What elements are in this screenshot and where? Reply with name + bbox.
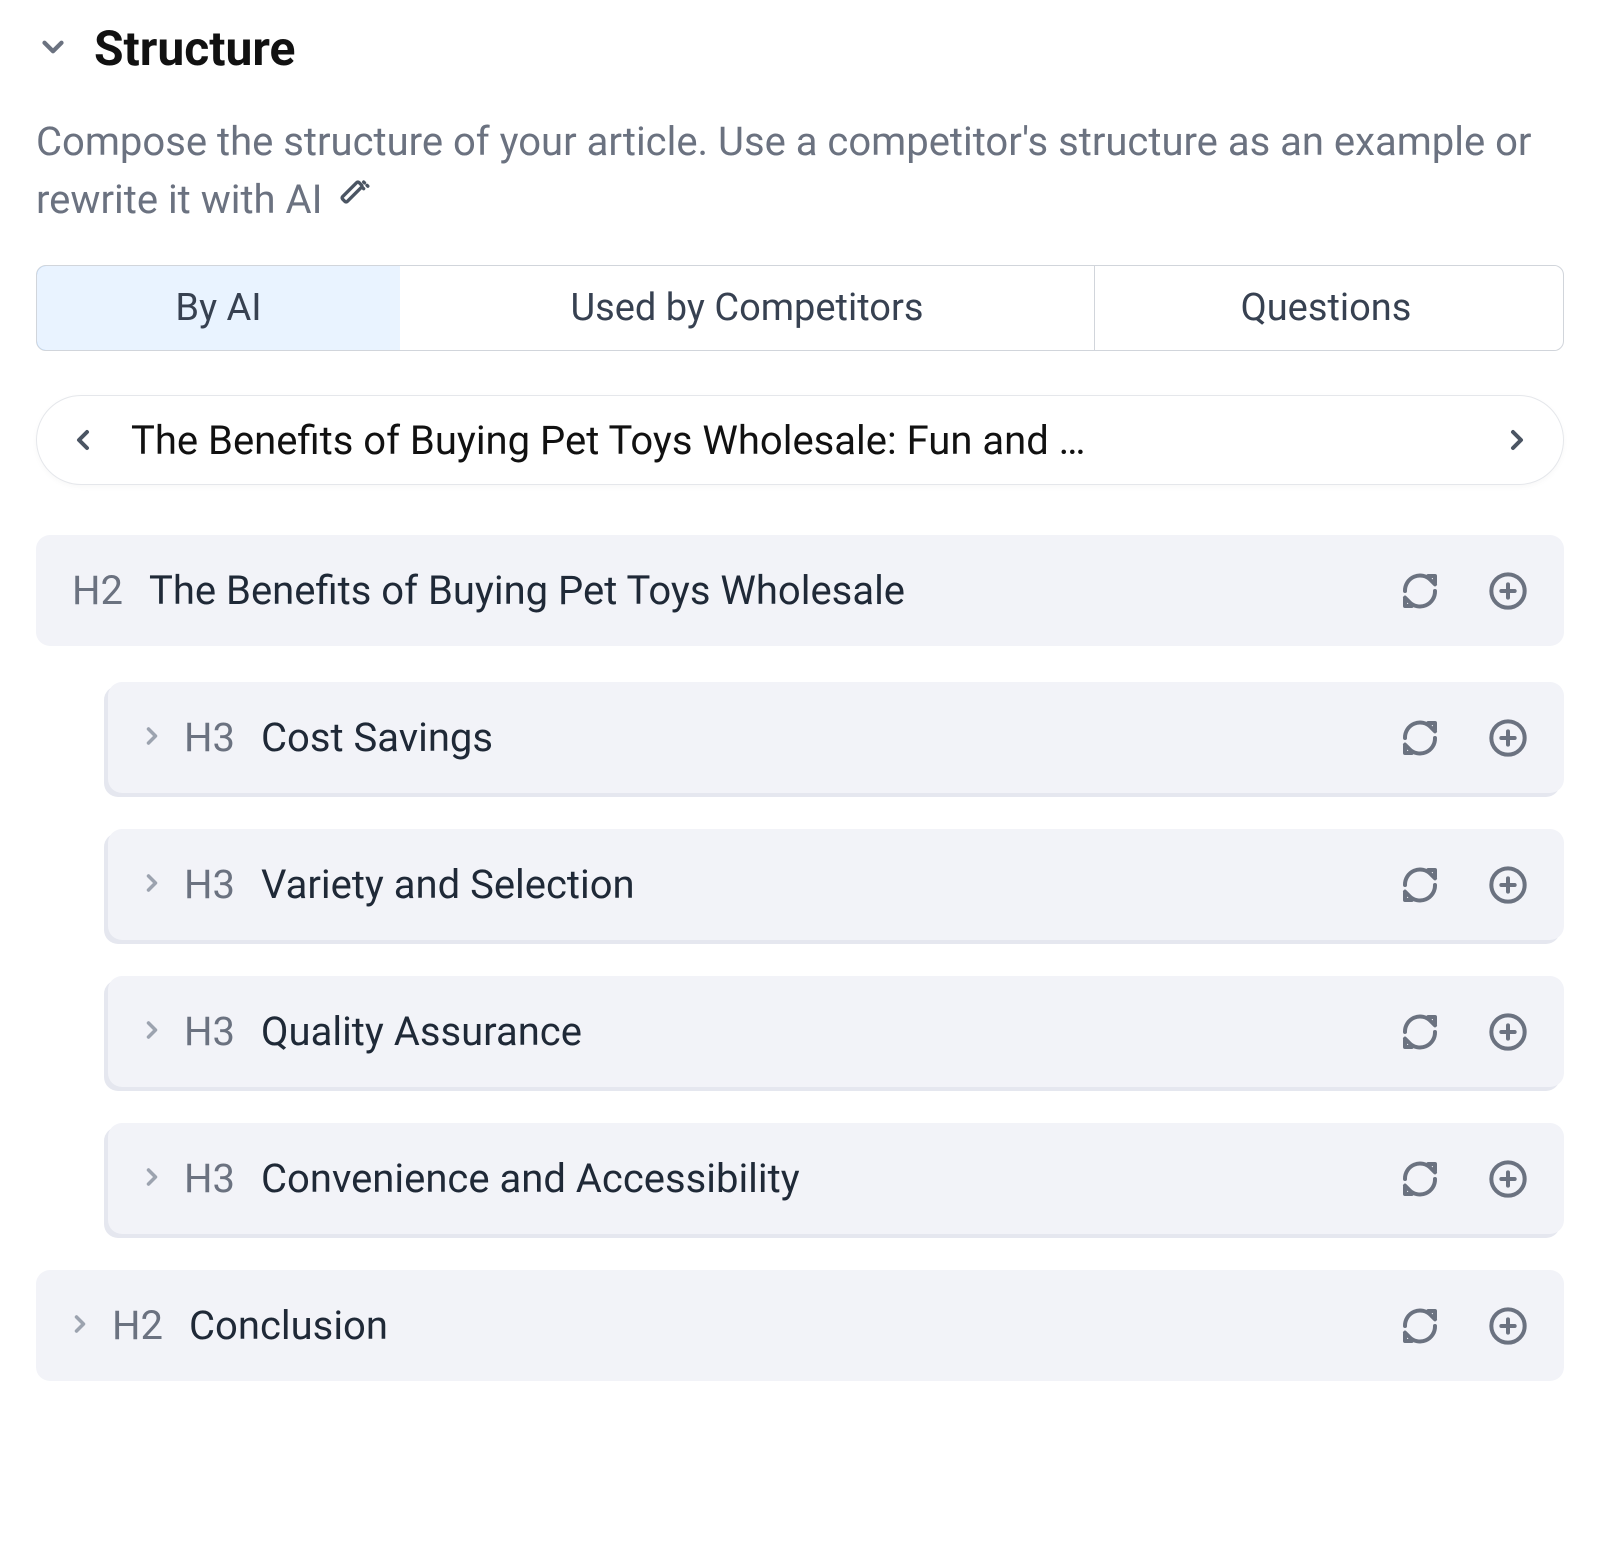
regenerate-icon[interactable]: [1400, 718, 1440, 758]
item-actions: [1400, 1012, 1528, 1052]
heading-level: H2: [112, 1302, 163, 1349]
regenerate-icon[interactable]: [1400, 1159, 1440, 1199]
add-icon[interactable]: [1488, 865, 1528, 905]
heading-title: Conclusion: [189, 1302, 1382, 1349]
wand-icon[interactable]: [332, 177, 372, 217]
heading-level: H2: [72, 567, 123, 614]
current-title: The Benefits of Buying Pet Toys Wholesal…: [131, 417, 1469, 464]
item-actions: [1400, 718, 1528, 758]
tab-by-ai[interactable]: By AI: [36, 265, 401, 351]
regenerate-icon[interactable]: [1400, 1306, 1440, 1346]
chevron-down-icon[interactable]: [36, 30, 70, 68]
heading-level: H3: [184, 861, 235, 908]
item-actions: [1400, 1306, 1528, 1346]
chevron-right-icon: [138, 869, 166, 901]
outline-item-h3-1[interactable]: H3 Cost Savings: [108, 682, 1564, 793]
next-title-button[interactable]: [1485, 408, 1549, 472]
heading-title: Convenience and Accessibility: [261, 1155, 1382, 1202]
heading-title: Cost Savings: [261, 714, 1382, 761]
heading-level: H3: [184, 1155, 235, 1202]
regenerate-icon[interactable]: [1400, 571, 1440, 611]
chevron-right-icon: [138, 722, 166, 754]
section-title: Structure: [94, 20, 295, 77]
outline-item-h3-4[interactable]: H3 Convenience and Accessibility: [108, 1123, 1564, 1234]
prev-title-button[interactable]: [51, 408, 115, 472]
heading-level: H3: [184, 714, 235, 761]
chevron-right-icon: [66, 1310, 94, 1342]
regenerate-icon[interactable]: [1400, 865, 1440, 905]
add-icon[interactable]: [1488, 571, 1528, 611]
heading-title: The Benefits of Buying Pet Toys Wholesal…: [149, 567, 1382, 614]
item-actions: [1400, 571, 1528, 611]
section-header: Structure: [36, 20, 1564, 77]
outline-item-h3-3[interactable]: H3 Quality Assurance: [108, 976, 1564, 1087]
heading-title: Quality Assurance: [261, 1008, 1382, 1055]
add-icon[interactable]: [1488, 718, 1528, 758]
outline-item-h2-conclusion[interactable]: H2 Conclusion: [36, 1270, 1564, 1381]
add-icon[interactable]: [1488, 1306, 1528, 1346]
outline-item-h2-main[interactable]: H2 The Benefits of Buying Pet Toys Whole…: [36, 535, 1564, 646]
tab-questions[interactable]: Questions: [1095, 266, 1557, 350]
regenerate-icon[interactable]: [1400, 1012, 1440, 1052]
section-description-text: Compose the structure of your article. U…: [36, 118, 1532, 223]
add-icon[interactable]: [1488, 1012, 1528, 1052]
title-navigator: The Benefits of Buying Pet Toys Wholesal…: [36, 395, 1564, 485]
chevron-right-icon: [138, 1016, 166, 1048]
tabs: By AI Used by Competitors Questions: [36, 265, 1564, 351]
section-description: Compose the structure of your article. U…: [36, 113, 1564, 229]
add-icon[interactable]: [1488, 1159, 1528, 1199]
item-actions: [1400, 865, 1528, 905]
heading-title: Variety and Selection: [261, 861, 1382, 908]
outline-item-h3-2[interactable]: H3 Variety and Selection: [108, 829, 1564, 940]
item-actions: [1400, 1159, 1528, 1199]
tab-competitors[interactable]: Used by Competitors: [400, 266, 1095, 350]
heading-level: H3: [184, 1008, 235, 1055]
chevron-right-icon: [138, 1163, 166, 1195]
